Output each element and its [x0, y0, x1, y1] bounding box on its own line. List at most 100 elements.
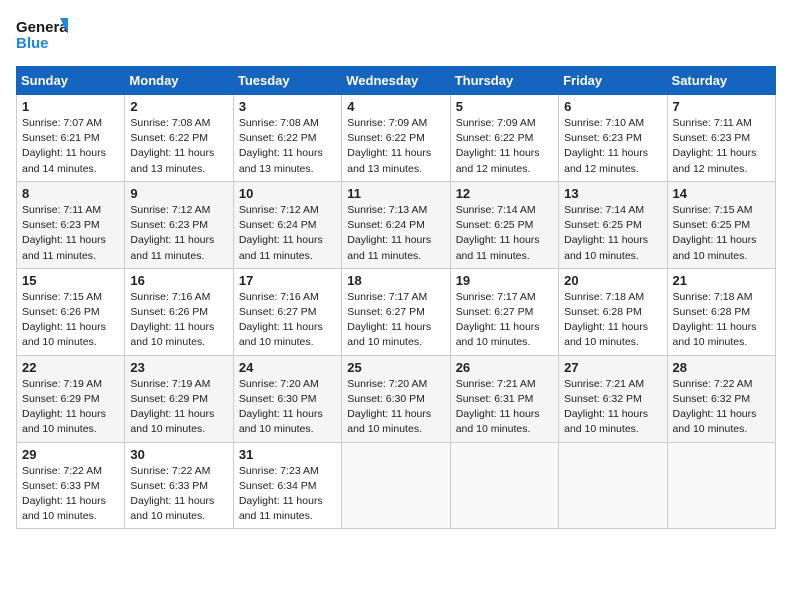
day-info: Sunrise: 7:20 AM Sunset: 6:30 PM Dayligh…: [239, 377, 336, 438]
day-info: Sunrise: 7:17 AM Sunset: 6:27 PM Dayligh…: [347, 290, 444, 351]
day-info: Sunrise: 7:21 AM Sunset: 6:31 PM Dayligh…: [456, 377, 553, 438]
day-info: Sunrise: 7:20 AM Sunset: 6:30 PM Dayligh…: [347, 377, 444, 438]
calendar-table: SundayMondayTuesdayWednesdayThursdayFrid…: [16, 66, 776, 529]
calendar-cell: 27Sunrise: 7:21 AM Sunset: 6:32 PM Dayli…: [559, 355, 667, 442]
day-number: 31: [239, 447, 336, 462]
day-info: Sunrise: 7:11 AM Sunset: 6:23 PM Dayligh…: [22, 203, 119, 264]
day-info: Sunrise: 7:13 AM Sunset: 6:24 PM Dayligh…: [347, 203, 444, 264]
day-number: 14: [673, 186, 770, 201]
col-header-friday: Friday: [559, 67, 667, 95]
calendar-cell: 29 Sunrise: 7:22 AM Sunset: 6:33 PM Dayli…: [17, 442, 125, 529]
calendar-cell: 21Sunrise: 7:18 AM Sunset: 6:28 PM Dayli…: [667, 268, 775, 355]
day-number: 18: [347, 273, 444, 288]
day-info: Sunrise: 7:22 AM Sunset: 6:33 PM Dayligh…: [22, 464, 119, 525]
calendar-cell: 22 Sunrise: 7:19 AM Sunset: 6:29 PM Dayli…: [17, 355, 125, 442]
day-info: Sunrise: 7:17 AM Sunset: 6:27 PM Dayligh…: [456, 290, 553, 351]
day-info: Sunrise: 7:09 AM Sunset: 6:22 PM Dayligh…: [347, 116, 444, 177]
day-info: Sunrise: 7:10 AM Sunset: 6:23 PM Dayligh…: [564, 116, 661, 177]
day-number: 13: [564, 186, 661, 201]
day-number: 29: [22, 447, 119, 462]
day-info: Sunrise: 7:22 AM Sunset: 6:33 PM Dayligh…: [130, 464, 227, 525]
calendar-cell: 18 Sunrise: 7:17 AM Sunset: 6:27 PM Dayli…: [342, 268, 450, 355]
day-number: 16: [130, 273, 227, 288]
calendar-cell: 24Sunrise: 7:20 AM Sunset: 6:30 PM Dayli…: [233, 355, 341, 442]
calendar-cell: 23 Sunrise: 7:19 AM Sunset: 6:29 PM Dayli…: [125, 355, 233, 442]
calendar-cell: 11 Sunrise: 7:13 AM Sunset: 6:24 PM Dayli…: [342, 181, 450, 268]
day-number: 23: [130, 360, 227, 375]
day-number: 3: [239, 99, 336, 114]
day-number: 11: [347, 186, 444, 201]
day-number: 22: [22, 360, 119, 375]
calendar-cell: 30 Sunrise: 7:22 AM Sunset: 6:33 PM Dayli…: [125, 442, 233, 529]
calendar-cell: 15 Sunrise: 7:15 AM Sunset: 6:26 PM Dayli…: [17, 268, 125, 355]
calendar-cell: 20Sunrise: 7:18 AM Sunset: 6:28 PM Dayli…: [559, 268, 667, 355]
day-info: Sunrise: 7:12 AM Sunset: 6:23 PM Dayligh…: [130, 203, 227, 264]
calendar-cell: 1 Sunrise: 7:07 AM Sunset: 6:21 PM Daylig…: [17, 95, 125, 182]
calendar-cell: 10 Sunrise: 7:12 AM Sunset: 6:24 PM Dayli…: [233, 181, 341, 268]
calendar-week-3: 15 Sunrise: 7:15 AM Sunset: 6:26 PM Dayli…: [17, 268, 776, 355]
calendar-cell: 7 Sunrise: 7:11 AM Sunset: 6:23 PM Daylig…: [667, 95, 775, 182]
day-info: Sunrise: 7:09 AM Sunset: 6:22 PM Dayligh…: [456, 116, 553, 177]
day-number: 15: [22, 273, 119, 288]
calendar-cell: 19 Sunrise: 7:17 AM Sunset: 6:27 PM Dayli…: [450, 268, 558, 355]
day-info: Sunrise: 7:14 AM Sunset: 6:25 PM Dayligh…: [456, 203, 553, 264]
day-info: Sunrise: 7:14 AM Sunset: 6:25 PM Dayligh…: [564, 203, 661, 264]
logo: General Blue: [16, 16, 68, 54]
calendar-week-1: 1 Sunrise: 7:07 AM Sunset: 6:21 PM Daylig…: [17, 95, 776, 182]
calendar-cell: 28 Sunrise: 7:22 AM Sunset: 6:32 PM Dayli…: [667, 355, 775, 442]
logo-svg: General Blue: [16, 16, 68, 54]
day-number: 19: [456, 273, 553, 288]
day-info: Sunrise: 7:15 AM Sunset: 6:25 PM Dayligh…: [673, 203, 770, 264]
calendar-cell: 13 Sunrise: 7:14 AM Sunset: 6:25 PM Dayli…: [559, 181, 667, 268]
col-header-saturday: Saturday: [667, 67, 775, 95]
day-info: Sunrise: 7:22 AM Sunset: 6:32 PM Dayligh…: [673, 377, 770, 438]
calendar-cell: 12Sunrise: 7:14 AM Sunset: 6:25 PM Dayli…: [450, 181, 558, 268]
day-number: 21: [673, 273, 770, 288]
day-info: Sunrise: 7:23 AM Sunset: 6:34 PM Dayligh…: [239, 464, 336, 525]
day-info: Sunrise: 7:08 AM Sunset: 6:22 PM Dayligh…: [239, 116, 336, 177]
day-info: Sunrise: 7:15 AM Sunset: 6:26 PM Dayligh…: [22, 290, 119, 351]
day-number: 28: [673, 360, 770, 375]
calendar-cell: 4 Sunrise: 7:09 AM Sunset: 6:22 PM Daylig…: [342, 95, 450, 182]
calendar-cell: 6Sunrise: 7:10 AM Sunset: 6:23 PM Daylig…: [559, 95, 667, 182]
calendar-cell: 2 Sunrise: 7:08 AM Sunset: 6:22 PM Daylig…: [125, 95, 233, 182]
calendar-cell: [559, 442, 667, 529]
calendar-week-2: 8Sunrise: 7:11 AM Sunset: 6:23 PM Daylig…: [17, 181, 776, 268]
calendar-cell: 14 Sunrise: 7:15 AM Sunset: 6:25 PM Dayli…: [667, 181, 775, 268]
calendar-cell: [667, 442, 775, 529]
day-number: 10: [239, 186, 336, 201]
day-info: Sunrise: 7:12 AM Sunset: 6:24 PM Dayligh…: [239, 203, 336, 264]
day-info: Sunrise: 7:11 AM Sunset: 6:23 PM Dayligh…: [673, 116, 770, 177]
day-info: Sunrise: 7:21 AM Sunset: 6:32 PM Dayligh…: [564, 377, 661, 438]
calendar-cell: [450, 442, 558, 529]
calendar-week-5: 29 Sunrise: 7:22 AM Sunset: 6:33 PM Dayli…: [17, 442, 776, 529]
day-number: 30: [130, 447, 227, 462]
day-info: Sunrise: 7:07 AM Sunset: 6:21 PM Dayligh…: [22, 116, 119, 177]
col-header-monday: Monday: [125, 67, 233, 95]
calendar-week-4: 22 Sunrise: 7:19 AM Sunset: 6:29 PM Dayli…: [17, 355, 776, 442]
page-header: General Blue: [16, 16, 776, 54]
day-info: Sunrise: 7:18 AM Sunset: 6:28 PM Dayligh…: [564, 290, 661, 351]
day-number: 7: [673, 99, 770, 114]
calendar-cell: 26Sunrise: 7:21 AM Sunset: 6:31 PM Dayli…: [450, 355, 558, 442]
day-number: 1: [22, 99, 119, 114]
col-header-tuesday: Tuesday: [233, 67, 341, 95]
day-info: Sunrise: 7:16 AM Sunset: 6:27 PM Dayligh…: [239, 290, 336, 351]
day-number: 5: [456, 99, 553, 114]
calendar-cell: 5 Sunrise: 7:09 AM Sunset: 6:22 PM Daylig…: [450, 95, 558, 182]
day-number: 9: [130, 186, 227, 201]
calendar-cell: 9 Sunrise: 7:12 AM Sunset: 6:23 PM Daylig…: [125, 181, 233, 268]
calendar-cell: 25Sunrise: 7:20 AM Sunset: 6:30 PM Dayli…: [342, 355, 450, 442]
day-info: Sunrise: 7:19 AM Sunset: 6:29 PM Dayligh…: [130, 377, 227, 438]
day-number: 4: [347, 99, 444, 114]
calendar-cell: 16Sunrise: 7:16 AM Sunset: 6:26 PM Dayli…: [125, 268, 233, 355]
day-info: Sunrise: 7:19 AM Sunset: 6:29 PM Dayligh…: [22, 377, 119, 438]
col-header-thursday: Thursday: [450, 67, 558, 95]
col-header-wednesday: Wednesday: [342, 67, 450, 95]
day-number: 2: [130, 99, 227, 114]
calendar-cell: 8Sunrise: 7:11 AM Sunset: 6:23 PM Daylig…: [17, 181, 125, 268]
svg-text:Blue: Blue: [16, 35, 49, 52]
calendar-cell: [342, 442, 450, 529]
calendar-cell: 3 Sunrise: 7:08 AM Sunset: 6:22 PM Daylig…: [233, 95, 341, 182]
day-info: Sunrise: 7:08 AM Sunset: 6:22 PM Dayligh…: [130, 116, 227, 177]
